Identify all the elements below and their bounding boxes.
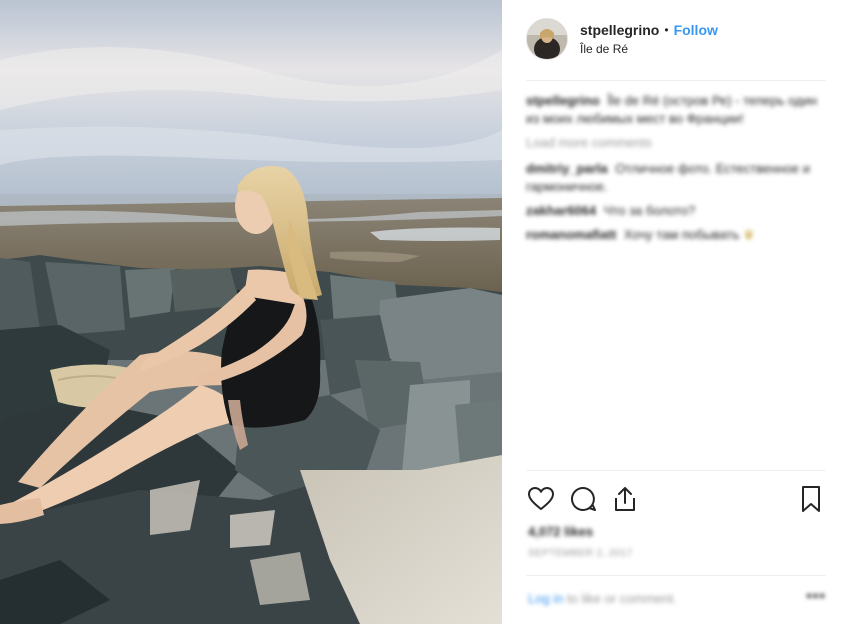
list-item: zakhar6064 Что за болото?	[526, 202, 824, 220]
divider	[526, 470, 826, 471]
login-prompt-text: to like or comment.	[567, 591, 677, 606]
list-item: romanomafiatt Хочу там побывать ♛	[526, 226, 824, 244]
avatar-image	[527, 19, 567, 59]
avatar[interactable]	[526, 18, 568, 60]
comment-username[interactable]: zakhar6064	[526, 203, 596, 218]
username-row: stpellegrino • Follow	[580, 21, 718, 39]
location-link[interactable]: Île de Ré	[580, 41, 718, 57]
caption-username[interactable]: stpellegrino	[526, 93, 600, 108]
divider	[526, 575, 826, 576]
list-item: dmitriy_parla Отличное фото. Естественно…	[526, 160, 824, 196]
comment-text: Что за болото?	[603, 203, 696, 218]
comment-button[interactable]	[568, 484, 598, 514]
save-button[interactable]	[796, 484, 826, 514]
login-prompt: Log in to like or comment.	[528, 591, 677, 606]
divider	[526, 80, 826, 81]
more-options-icon[interactable]: •••	[806, 588, 826, 606]
follow-button[interactable]: Follow	[674, 21, 718, 39]
post-header-meta: stpellegrino • Follow Île de Ré	[580, 21, 718, 57]
likes-count[interactable]: 4,072 likes	[528, 524, 593, 539]
separator-dot: •	[664, 23, 669, 37]
post-actions	[526, 482, 826, 520]
username-link[interactable]: stpellegrino	[580, 21, 659, 39]
like-button[interactable]	[526, 484, 556, 514]
comment-text: Хочу там побывать	[623, 227, 740, 242]
comment-username[interactable]: dmitriy_parla	[526, 161, 608, 176]
caption: stpellegrino Île de Ré (остров Ре) - теп…	[526, 92, 824, 128]
heart-icon	[527, 486, 555, 511]
comments-list: stpellegrino Île de Ré (остров Ре) - теп…	[526, 92, 824, 250]
login-link[interactable]: Log in	[528, 591, 563, 606]
post-side-panel: stpellegrino • Follow Île de Ré stpelleg…	[502, 0, 850, 624]
comment-icon	[571, 486, 596, 511]
crown-emoji-icon: ♛	[742, 227, 755, 242]
post-photo[interactable]	[0, 0, 502, 624]
bookmark-icon	[802, 486, 820, 512]
beach-photo-image	[0, 0, 502, 624]
post-date: September 2, 2017	[528, 548, 633, 559]
load-more-comments-button[interactable]: Load more comments	[526, 134, 824, 152]
share-icon	[615, 487, 635, 511]
comment-username[interactable]: romanomafiatt	[526, 227, 616, 242]
share-button[interactable]	[610, 484, 640, 514]
post-header: stpellegrino • Follow Île de Ré	[526, 16, 718, 62]
